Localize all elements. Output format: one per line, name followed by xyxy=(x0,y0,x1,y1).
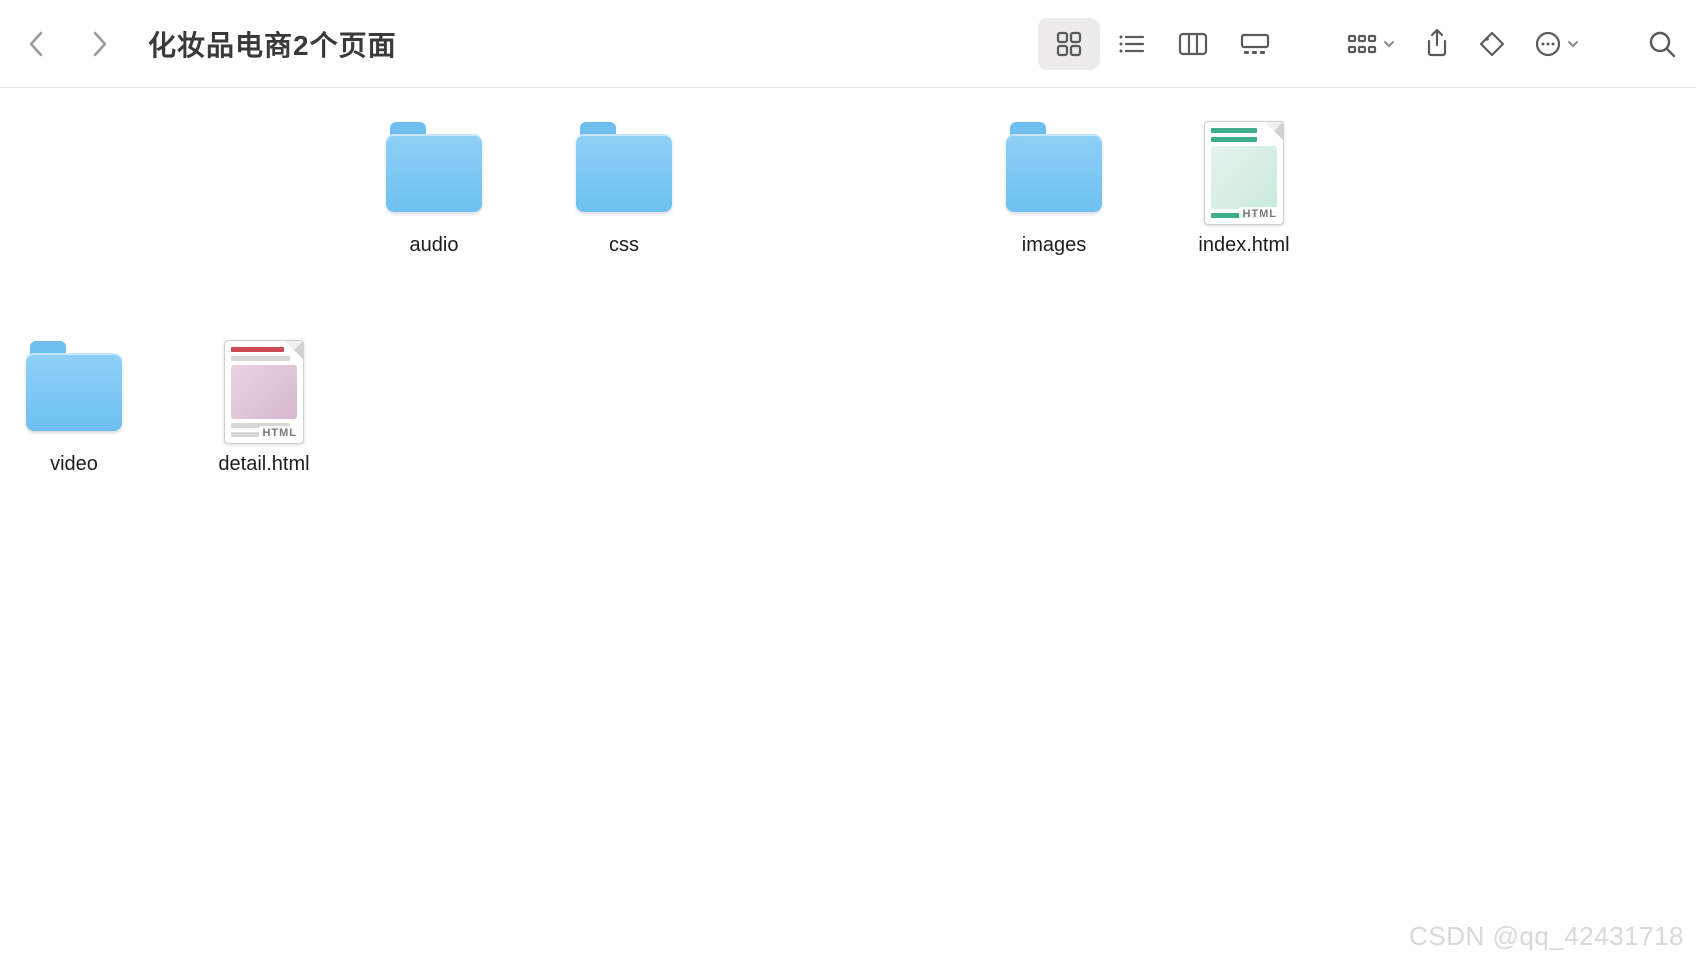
share-icon xyxy=(1424,29,1450,59)
search-icon xyxy=(1648,30,1676,58)
more-actions-button[interactable] xyxy=(1534,30,1580,58)
window-title: 化妆品电商2个页面 xyxy=(148,24,397,64)
watermark: CSDN @qq_42431718 xyxy=(1409,921,1684,952)
share-button[interactable] xyxy=(1424,29,1450,59)
toolbar: 化妆品电商2个页面 xyxy=(0,0,1696,88)
gallery-icon xyxy=(1239,32,1271,56)
item-label: detail.html xyxy=(218,453,309,476)
back-button[interactable] xyxy=(20,27,54,61)
html-file-icon: HTML xyxy=(1194,118,1294,228)
view-gallery-button[interactable] xyxy=(1224,18,1286,70)
tags-button[interactable] xyxy=(1478,30,1506,58)
view-icons-button[interactable] xyxy=(1038,18,1100,70)
action-group xyxy=(1306,29,1676,59)
folder-icon xyxy=(1004,118,1104,228)
group-icon xyxy=(1346,32,1378,56)
item-label: images xyxy=(1022,234,1086,257)
item-label: index.html xyxy=(1198,234,1289,257)
file-badge: HTML xyxy=(1239,207,1280,221)
tag-icon xyxy=(1478,30,1506,58)
folder-icon xyxy=(384,118,484,228)
file-grid: audio css images HTML index.ht xyxy=(0,88,1696,962)
folder-video[interactable]: video xyxy=(24,337,124,476)
chevron-right-icon xyxy=(89,29,109,59)
ellipsis-circle-icon xyxy=(1534,30,1562,58)
folder-css[interactable]: css xyxy=(574,118,674,257)
search-button[interactable] xyxy=(1648,30,1676,58)
file-detail-html[interactable]: HTML detail.html xyxy=(214,337,314,476)
folder-audio[interactable]: audio xyxy=(384,118,484,257)
file-index-html[interactable]: HTML index.html xyxy=(1194,118,1294,257)
view-list-button[interactable] xyxy=(1100,18,1162,70)
folder-icon xyxy=(24,337,124,447)
forward-button[interactable] xyxy=(82,27,116,61)
view-columns-button[interactable] xyxy=(1162,18,1224,70)
html-file-icon: HTML xyxy=(214,337,314,447)
item-label: audio xyxy=(410,234,459,257)
view-switcher xyxy=(1038,18,1296,70)
item-label: css xyxy=(609,234,639,257)
folder-images[interactable]: images xyxy=(1004,118,1104,257)
chevron-left-icon xyxy=(27,29,47,59)
group-by-button[interactable] xyxy=(1346,32,1396,56)
chevron-down-icon xyxy=(1382,37,1396,51)
grid-icon xyxy=(1055,30,1083,58)
list-icon xyxy=(1116,30,1146,58)
nav-group xyxy=(20,27,116,61)
item-label: video xyxy=(50,453,98,476)
chevron-down-icon xyxy=(1566,37,1580,51)
folder-icon xyxy=(574,118,674,228)
file-badge: HTML xyxy=(259,426,300,440)
columns-icon xyxy=(1178,32,1208,56)
